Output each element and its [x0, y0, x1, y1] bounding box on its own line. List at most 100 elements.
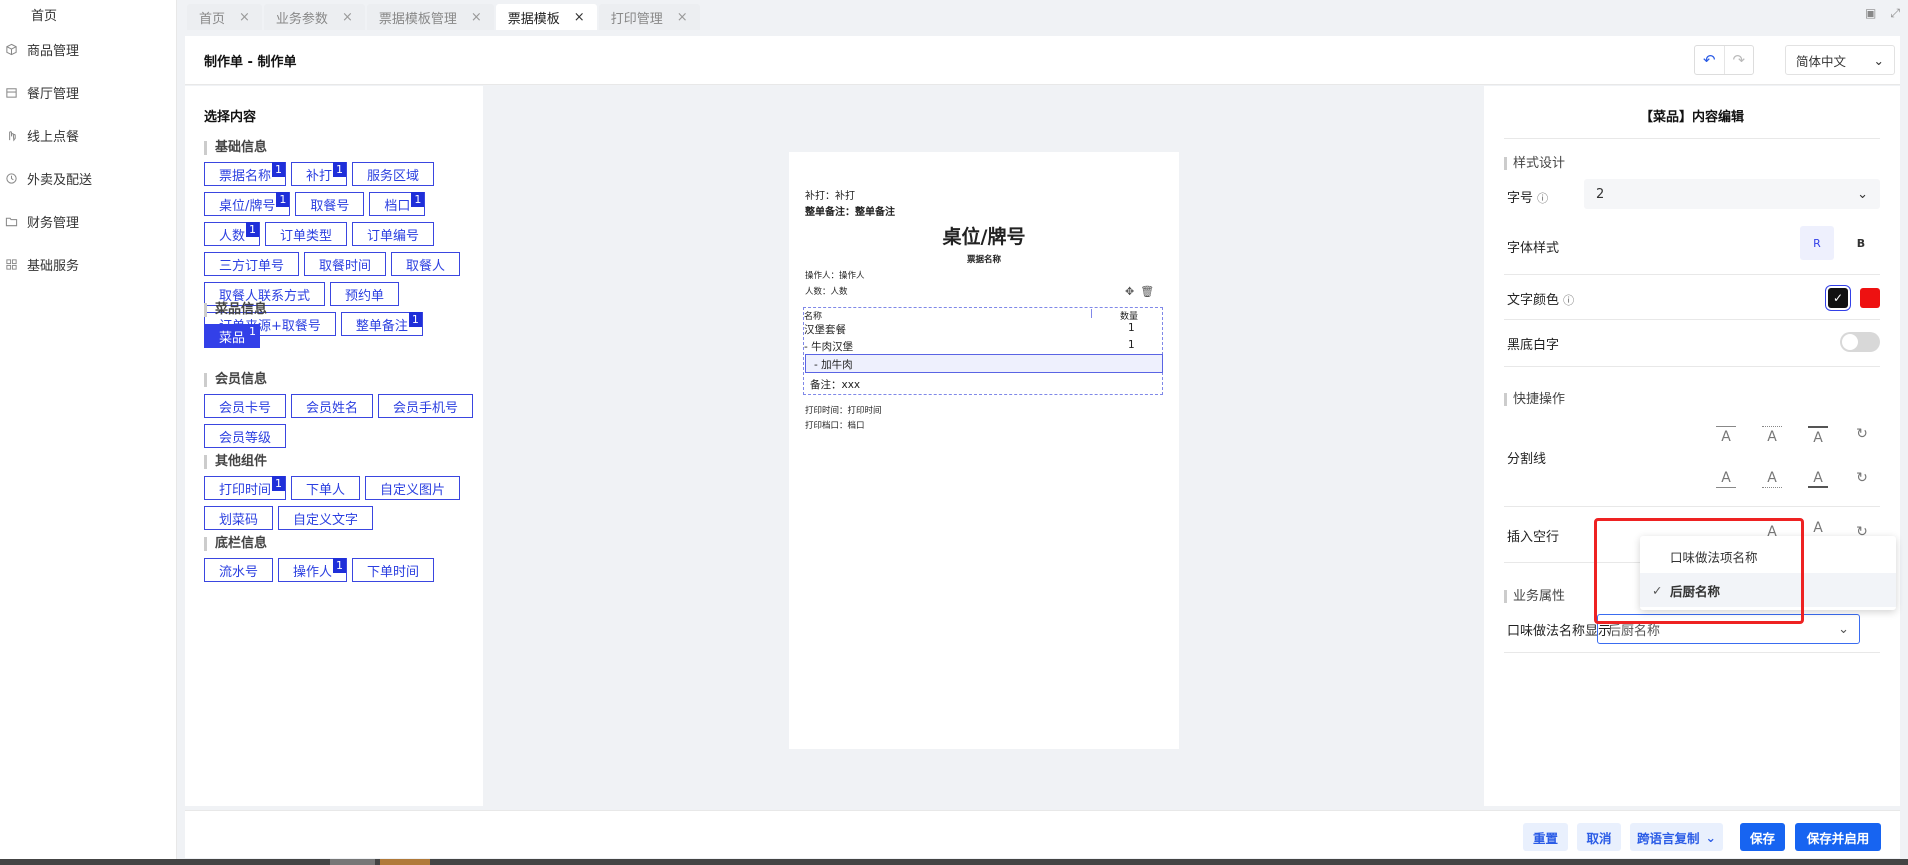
count-badge: 1 — [333, 558, 347, 573]
info-icon[interactable]: ⓘ — [1537, 192, 1548, 205]
content-chip[interactable]: 取餐号 — [295, 192, 365, 216]
flavor-display-select[interactable]: 后厨名称 ⌄ — [1597, 614, 1860, 644]
save-enable-button[interactable]: 保存并启用 — [1795, 823, 1881, 851]
nav-item[interactable]: 餐厅管理 — [0, 71, 176, 114]
receipt-title[interactable]: 桌位/牌号 — [789, 222, 1179, 249]
tab[interactable]: 票据模板 × — [495, 4, 597, 30]
content-chip[interactable]: 会员等级 — [204, 424, 287, 448]
nav-item[interactable]: 首页 — [0, 0, 176, 28]
tab[interactable]: 业务参数 × — [263, 4, 365, 30]
refresh-icon[interactable]: ↻ — [1852, 468, 1872, 488]
divider — [1504, 652, 1880, 653]
print-stall-line[interactable]: 打印档口：档口 — [805, 419, 865, 431]
chip-label: 会员姓名 — [306, 400, 359, 416]
copy-language-button[interactable]: 跨语言复制 ⌄ — [1630, 823, 1723, 851]
nav-item[interactable]: 商品管理 — [0, 28, 176, 71]
content-chip[interactable]: 三方订单号 — [204, 252, 300, 276]
sep-top-dotted-icon[interactable]: A — [1762, 426, 1782, 446]
sep-top-solid-icon[interactable]: A — [1716, 426, 1736, 446]
close-icon[interactable]: × — [239, 10, 250, 25]
content-chip[interactable]: 桌位/牌号 1 — [204, 192, 291, 216]
blank-line-bottom-icon[interactable]: A — [1808, 518, 1828, 538]
option-label: 后厨名称 — [1670, 583, 1721, 599]
content-section: 会员信息 会员卡号 会员姓名 会员手机号 会员等级 — [204, 373, 474, 448]
content-chip[interactable]: 划菜码 — [204, 506, 274, 530]
content-section: 底栏信息 流水号 操作人 1 下单时间 — [204, 537, 474, 582]
sep-bottom-solid-icon[interactable]: A — [1716, 468, 1736, 488]
close-icon[interactable]: × — [574, 10, 585, 25]
nav-item[interactable]: 线上点餐 — [0, 114, 176, 157]
dropdown-option[interactable]: 口味做法项名称 — [1640, 539, 1896, 573]
nav-item[interactable]: 财务管理 — [0, 200, 176, 243]
nav-item[interactable]: 外卖及配送 — [0, 157, 176, 200]
move-icon[interactable]: ✥ — [1125, 285, 1134, 298]
close-icon[interactable]: × — [342, 10, 353, 25]
content-chip[interactable]: 会员手机号 — [378, 394, 474, 418]
content-chip[interactable]: 下单时间 — [352, 558, 435, 582]
nav-item[interactable]: 基础服务 — [0, 243, 176, 286]
tab[interactable]: 打印管理 × — [598, 4, 700, 30]
delete-icon[interactable]: 🗑 — [1140, 285, 1154, 298]
copy-language-label: 跨语言复制 — [1637, 830, 1700, 846]
row-qty: 1 — [1128, 339, 1135, 351]
content-chip[interactable]: 订单类型 — [265, 222, 348, 246]
close-icon[interactable]: × — [471, 10, 482, 25]
refresh-icon[interactable]: ↻ — [1852, 424, 1872, 444]
divider — [1504, 274, 1880, 275]
content-chip[interactable]: 自定义文字 — [278, 506, 374, 530]
language-select[interactable]: 简体中文 ⌄ — [1785, 45, 1895, 75]
content-chip[interactable]: 菜品 1 — [204, 324, 261, 348]
sep-bottom-dotted-icon[interactable]: A — [1762, 468, 1782, 488]
nav-item-label: 线上点餐 — [27, 130, 80, 145]
content-chip[interactable]: 补打 1 — [291, 162, 348, 186]
receipt-subtitle[interactable]: 票据名称 — [789, 253, 1179, 265]
order-remark-line[interactable]: 整单备注：整单备注 — [805, 203, 895, 218]
content-chip[interactable]: 会员姓名 — [291, 394, 374, 418]
content-chip[interactable]: 打印时间 1 — [204, 476, 287, 500]
red-color-swatch[interactable] — [1860, 288, 1880, 308]
reset-button[interactable]: 重置 — [1523, 823, 1568, 851]
content-chip[interactable]: 操作人 1 — [278, 558, 348, 582]
regular-style-button[interactable]: R — [1800, 226, 1834, 260]
dropdown-option-selected[interactable]: ✓ 后厨名称 — [1640, 573, 1896, 607]
side-nav: 首页 商品管理 餐厅管理线上点餐外卖及配送 财务管理 基础服务 — [0, 0, 177, 865]
cancel-button[interactable]: 取消 — [1577, 823, 1621, 851]
tab[interactable]: 首页 × — [187, 4, 262, 30]
invert-toggle[interactable] — [1840, 332, 1880, 352]
content-chip[interactable]: 订单编号 — [352, 222, 435, 246]
fullscreen-icon[interactable]: ⤢ — [1890, 6, 1900, 21]
content-chip[interactable]: 会员卡号 — [204, 394, 287, 418]
content-chip[interactable]: 人数 1 — [204, 222, 261, 246]
sep-top-bold-icon[interactable]: A — [1808, 426, 1828, 446]
close-icon[interactable]: × — [677, 10, 688, 25]
undo-icon[interactable]: ↶ — [1695, 46, 1725, 74]
content-chip[interactable]: 票据名称 1 — [204, 162, 287, 186]
bold-style-button[interactable]: B — [1844, 226, 1878, 260]
lock-icon[interactable]: ▣ — [1865, 6, 1876, 21]
count-badge: 1 — [272, 162, 286, 177]
divider-line-label: 分割线 — [1507, 452, 1547, 467]
section-title: 菜品信息 — [204, 303, 474, 317]
content-chip[interactable]: 自定义图片 — [365, 476, 461, 500]
tab[interactable]: 票据模板管理 × — [366, 4, 494, 30]
dish-table-block[interactable]: 名称 | 数量 汉堡套餐 1 - 牛肉汉堡 1 - 加牛肉 备注：xxx — [803, 307, 1163, 395]
info-icon[interactable]: ⓘ — [1563, 294, 1574, 307]
guests-line[interactable]: 人数：人数 — [805, 285, 848, 297]
print-time-line[interactable]: 打印时间：打印时间 — [805, 404, 882, 416]
black-color-swatch[interactable]: ✓ — [1828, 288, 1848, 308]
content-chip[interactable]: 取餐人 — [391, 252, 461, 276]
reprint-line[interactable]: 补打：补打 — [805, 187, 855, 202]
sep-bottom-bold-icon[interactable]: A — [1808, 468, 1828, 488]
font-size-select[interactable]: 2 ⌄ — [1584, 179, 1880, 209]
content-chip[interactable]: 下单人 — [291, 476, 361, 500]
content-chip[interactable]: 档口 1 — [369, 192, 426, 216]
bottom-strip — [0, 859, 1908, 865]
font-size-value: 2 — [1596, 186, 1605, 202]
addon-row-highlight[interactable]: - 加牛肉 — [805, 354, 1163, 373]
content-chip[interactable]: 流水号 — [204, 558, 274, 582]
operator-line[interactable]: 操作人：操作人 — [805, 269, 865, 281]
redo-icon[interactable]: ↷ — [1725, 46, 1754, 74]
content-chip[interactable]: 取餐时间 — [304, 252, 387, 276]
save-button[interactable]: 保存 — [1740, 823, 1785, 851]
content-chip[interactable]: 服务区域 — [352, 162, 435, 186]
